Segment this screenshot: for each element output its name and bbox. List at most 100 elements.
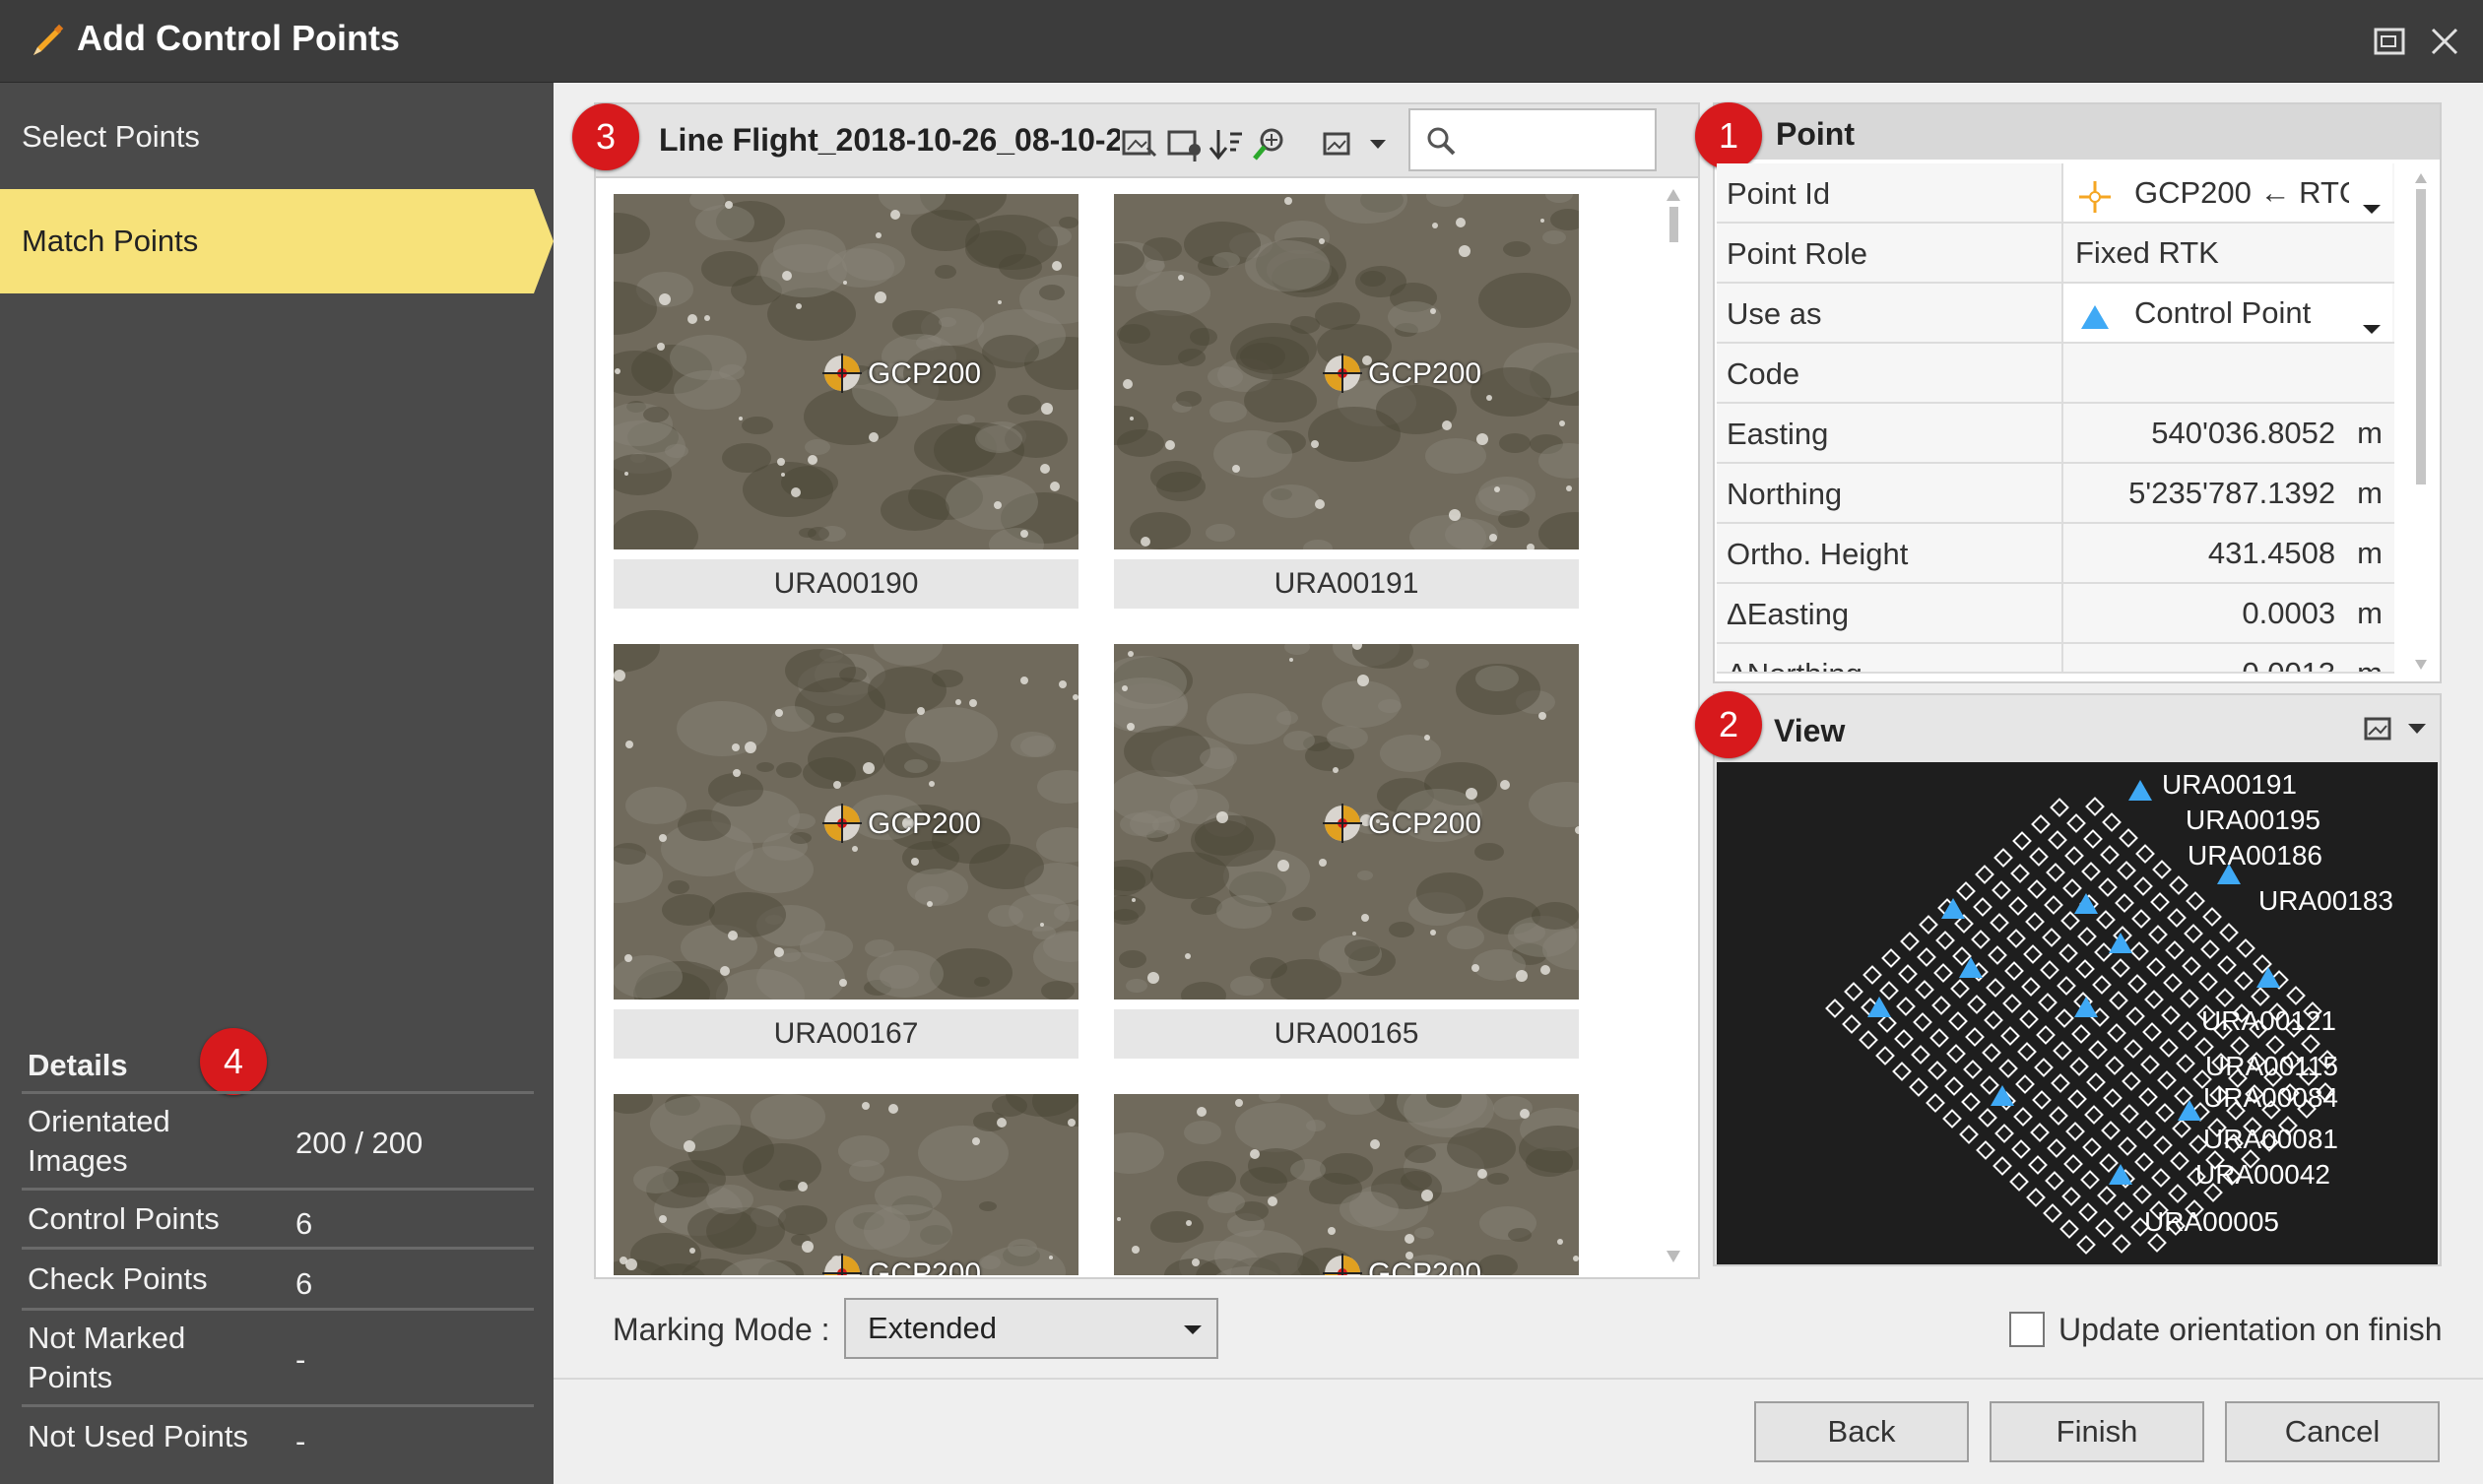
gcp-marker-label: GCP200 bbox=[1368, 1258, 1482, 1275]
badge-4: 4 bbox=[200, 1028, 267, 1095]
gcp-target-icon[interactable] bbox=[1321, 802, 1364, 850]
point-row-value-text: 0.0013 bbox=[2242, 656, 2336, 674]
finish-button[interactable]: Finish bbox=[1990, 1401, 2204, 1462]
point-row-key: Use as bbox=[1727, 296, 1822, 331]
gcp-target-icon[interactable] bbox=[820, 352, 864, 400]
restore-icon[interactable] bbox=[2368, 20, 2411, 63]
unit-label: m bbox=[2357, 416, 2383, 450]
gcp-target-icon[interactable] bbox=[1321, 1252, 1364, 1275]
details-row-control-points: Control Points 6 bbox=[22, 1188, 534, 1247]
details-row-not-marked-points: Not Marked Points - bbox=[22, 1308, 534, 1404]
point-row: ΔNorthing 0.0013 m bbox=[1717, 644, 2394, 674]
point-row-key: Easting bbox=[1727, 417, 1829, 451]
point-row: ΔEasting 0.0003 m bbox=[1717, 584, 2394, 644]
image-thumbnail[interactable]: GCP200 bbox=[1114, 644, 1579, 1000]
thumbnail-label: URA00190 bbox=[614, 559, 1078, 609]
camera-label: URA00183 bbox=[2258, 885, 2393, 916]
image-filter-icon[interactable] bbox=[1120, 124, 1159, 163]
image-thumbnail[interactable]: GCP200 bbox=[1114, 1094, 1579, 1275]
gcp-marker-label: GCP200 bbox=[868, 357, 982, 390]
chevron-down-icon[interactable] bbox=[2404, 717, 2430, 741]
camera-label: URA00081 bbox=[2203, 1124, 2338, 1154]
details-label: Not Used Points bbox=[28, 1419, 248, 1453]
search-input[interactable] bbox=[1408, 108, 1657, 171]
point-row-key: ΔEasting bbox=[1727, 597, 1850, 631]
control-point-marker[interactable] bbox=[1959, 957, 1983, 978]
point-row-value bbox=[2061, 344, 2392, 402]
camera-label: URA00042 bbox=[2195, 1159, 2330, 1190]
sidebar-item-label: Match Points bbox=[22, 224, 199, 258]
point-row-value: 0.0003 m bbox=[2061, 584, 2392, 642]
point-row-value: Control Point bbox=[2134, 295, 2312, 330]
sort-icon[interactable] bbox=[1207, 124, 1246, 163]
point-row-key: Ortho. Height bbox=[1727, 537, 1909, 571]
point-row: Ortho. Height 431.4508 m bbox=[1717, 524, 2394, 584]
zoom-target-icon[interactable] bbox=[1250, 124, 1289, 163]
point-row: Northing 5'235'787.1392 m bbox=[1717, 464, 2394, 524]
close-icon[interactable] bbox=[2423, 20, 2466, 63]
point-row: Code bbox=[1717, 344, 2394, 404]
image-thumbnail[interactable]: GCP200 bbox=[614, 194, 1078, 549]
thumbnail-label: URA00165 bbox=[1114, 1009, 1579, 1059]
gcp-target-icon[interactable] bbox=[820, 802, 864, 850]
unit-label: m bbox=[2357, 596, 2383, 630]
image-view-icon[interactable] bbox=[2363, 713, 2398, 746]
point-panel-title: Point bbox=[1776, 116, 1855, 152]
details-value: 6 bbox=[295, 1206, 313, 1241]
control-point-marker[interactable] bbox=[2109, 933, 2132, 953]
thumbnail-label: URA00191 bbox=[1114, 559, 1579, 609]
details-row-check-points: Check Points 6 bbox=[22, 1247, 534, 1308]
chevron-down-icon[interactable] bbox=[1358, 124, 1398, 163]
point-row[interactable]: Point Id GCP200 ← RTCM bbox=[1717, 163, 2394, 224]
image-thumbnail[interactable]: GCP200 bbox=[614, 644, 1078, 1000]
point-row-select[interactable]: Control Point bbox=[2061, 284, 2392, 342]
sidebar-item-match-points[interactable]: Match Points bbox=[0, 189, 534, 293]
badge-2: 2 bbox=[1695, 691, 1762, 758]
details-value: 6 bbox=[295, 1266, 313, 1301]
image-marker-icon[interactable] bbox=[1165, 124, 1205, 163]
point-row-key: Point Id bbox=[1727, 176, 1831, 211]
details-value: - bbox=[295, 1342, 306, 1377]
gcp-target-icon[interactable] bbox=[1321, 352, 1364, 400]
details-row-not-used-points: Not Used Points - bbox=[22, 1404, 534, 1465]
divider bbox=[554, 1378, 2483, 1380]
point-row-value-text: 5'235'787.1392 bbox=[2128, 476, 2336, 510]
camera-label: URA00084 bbox=[2203, 1082, 2338, 1113]
unit-label: m bbox=[2357, 536, 2383, 570]
point-row-value-text: Fixed RTK bbox=[2075, 235, 2219, 270]
point-row: Point Role Fixed RTK bbox=[1717, 224, 2394, 284]
marking-mode-value: Extended bbox=[868, 1311, 997, 1345]
point-row-select[interactable]: GCP200 ← RTCM bbox=[2061, 163, 2392, 222]
point-row-value: GCP200 ← RTCM bbox=[2134, 175, 2349, 210]
camera-label: URA00121 bbox=[2201, 1005, 2336, 1036]
details-value: - bbox=[295, 1424, 306, 1458]
cancel-button[interactable]: Cancel bbox=[2225, 1401, 2440, 1462]
control-point-marker[interactable] bbox=[2128, 780, 2152, 801]
gcp-target-icon[interactable] bbox=[820, 1252, 864, 1275]
back-button[interactable]: Back bbox=[1754, 1401, 1969, 1462]
point-row-value: 540'036.8052 m bbox=[2061, 404, 2392, 462]
point-scrollbar[interactable] bbox=[2410, 169, 2432, 674]
image-view-icon[interactable] bbox=[1319, 124, 1358, 163]
image-thumbnail[interactable]: GCP200 bbox=[614, 1094, 1078, 1275]
image-scrollbar[interactable] bbox=[1663, 187, 1684, 1270]
image-thumbnail[interactable]: GCP200 bbox=[1114, 194, 1579, 549]
point-row-key: Point Role bbox=[1727, 236, 1868, 271]
view-panel-title: View bbox=[1774, 713, 1846, 748]
details-label: Control Points bbox=[28, 1201, 220, 1236]
gcp-marker-label: GCP200 bbox=[1368, 807, 1482, 840]
sidebar-item-select-points[interactable]: Select Points bbox=[0, 85, 554, 189]
marking-mode-select[interactable]: Extended bbox=[844, 1298, 1218, 1359]
point-row[interactable]: Use as Control Point bbox=[1717, 284, 2394, 344]
gcp-marker-label: GCP200 bbox=[868, 807, 982, 840]
unit-label: m bbox=[2357, 476, 2383, 510]
details-label: Not Marked Points bbox=[28, 1321, 186, 1394]
camera-label: URA00186 bbox=[2188, 840, 2322, 871]
point-row-key: Code bbox=[1727, 356, 1800, 391]
update-orientation-checkbox[interactable] bbox=[2009, 1312, 2045, 1347]
update-orientation-label: Update orientation on finish bbox=[2058, 1312, 2443, 1347]
window-title: Add Control Points bbox=[77, 18, 400, 58]
gcp-marker-label: GCP200 bbox=[1368, 357, 1482, 390]
control-point-marker[interactable] bbox=[2074, 893, 2098, 914]
camera-position-map[interactable]: URA00191 URA00195 URA00186 URA00183 URA00121… bbox=[1717, 762, 2438, 1264]
